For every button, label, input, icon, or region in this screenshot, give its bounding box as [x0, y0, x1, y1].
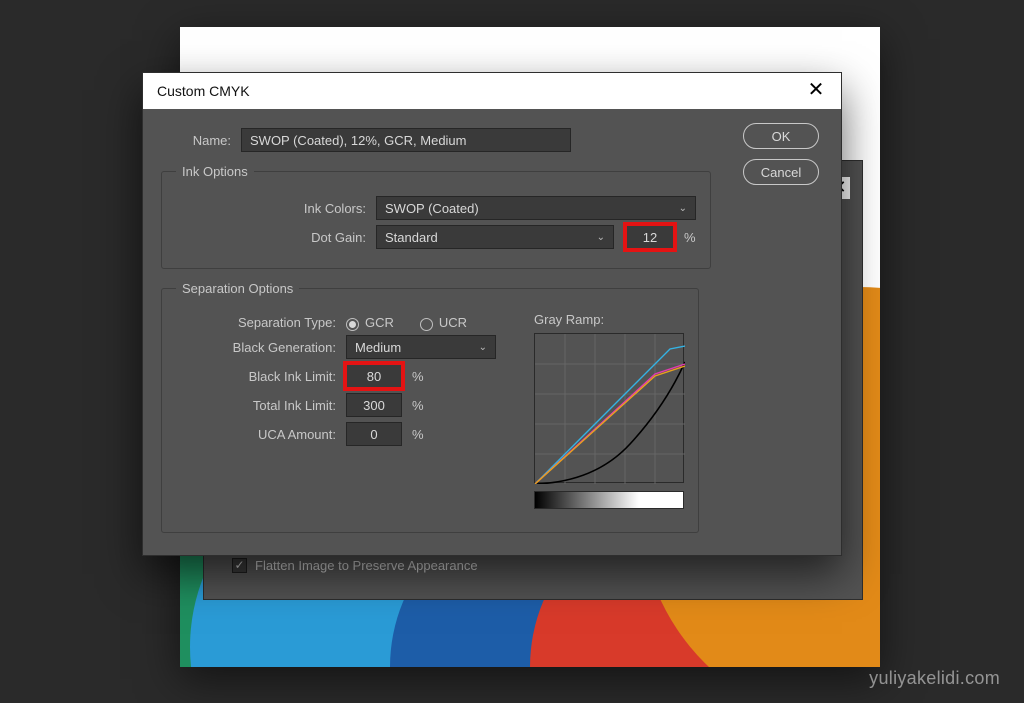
black-generation-value: Medium [355, 340, 401, 355]
gcr-label: GCR [365, 315, 394, 330]
total-ink-limit-value: 300 [363, 398, 385, 413]
dot-gain-mode-select[interactable]: Standard ⌄ [376, 225, 614, 249]
dot-gain-value: 12 [643, 230, 657, 245]
black-generation-label: Black Generation: [176, 340, 346, 355]
separation-options-legend: Separation Options [176, 281, 299, 296]
ink-options-group: Ink Options Ink Colors: SWOP (Coated) ⌄ … [161, 164, 711, 269]
ok-button[interactable]: OK [743, 123, 819, 149]
gcr-radio[interactable] [346, 318, 359, 331]
cancel-button[interactable]: Cancel [743, 159, 819, 185]
ink-colors-value: SWOP (Coated) [385, 201, 479, 216]
ucr-radio[interactable] [420, 318, 433, 331]
close-icon[interactable]: ✕ [805, 80, 827, 102]
dot-gain-label: Dot Gain: [176, 230, 376, 245]
percent-label: % [412, 427, 424, 442]
separation-options-group: Separation Options Separation Type: GCR … [161, 281, 699, 533]
total-ink-limit-input[interactable]: 300 [346, 393, 402, 417]
flatten-checkbox[interactable]: ✓ [232, 558, 247, 573]
uca-amount-value: 0 [370, 427, 377, 442]
percent-label: % [412, 369, 424, 384]
total-ink-limit-label: Total Ink Limit: [176, 398, 346, 413]
watermark-corner: yuliyakelidi.com [869, 668, 1000, 689]
gray-ramp-gradient [534, 491, 684, 509]
black-ink-limit-value: 80 [367, 369, 381, 384]
dot-gain-mode-value: Standard [385, 230, 438, 245]
dot-gain-value-input[interactable]: 12 [626, 225, 674, 249]
ink-options-legend: Ink Options [176, 164, 254, 179]
name-label: Name: [161, 133, 241, 148]
uca-amount-input[interactable]: 0 [346, 422, 402, 446]
chevron-down-icon: ⌄ [597, 232, 605, 243]
custom-cmyk-dialog: Custom CMYK ✕ OK Cancel Name: SWOP (Coat… [142, 72, 842, 556]
black-ink-limit-label: Black Ink Limit: [176, 369, 346, 384]
chevron-down-icon: ⌄ [679, 203, 687, 214]
flatten-label: Flatten Image to Preserve Appearance [255, 558, 478, 573]
ucr-label: UCR [439, 315, 467, 330]
percent-label: % [412, 398, 424, 413]
uca-amount-label: UCA Amount: [176, 427, 346, 442]
ink-colors-select[interactable]: SWOP (Coated) ⌄ [376, 196, 696, 220]
titlebar: Custom CMYK ✕ [143, 73, 841, 109]
black-generation-select[interactable]: Medium ⌄ [346, 335, 496, 359]
percent-label: % [684, 230, 696, 245]
ink-colors-label: Ink Colors: [176, 201, 376, 216]
chevron-down-icon: ⌄ [479, 342, 487, 353]
black-ink-limit-input[interactable]: 80 [346, 364, 402, 388]
gray-ramp-label: Gray Ramp: [534, 312, 684, 327]
name-input[interactable]: SWOP (Coated), 12%, GCR, Medium [241, 128, 571, 152]
gray-ramp-chart [534, 333, 684, 483]
separation-type-label: Separation Type: [176, 315, 346, 330]
name-value: SWOP (Coated), 12%, GCR, Medium [250, 133, 467, 148]
dialog-title: Custom CMYK [157, 83, 250, 99]
